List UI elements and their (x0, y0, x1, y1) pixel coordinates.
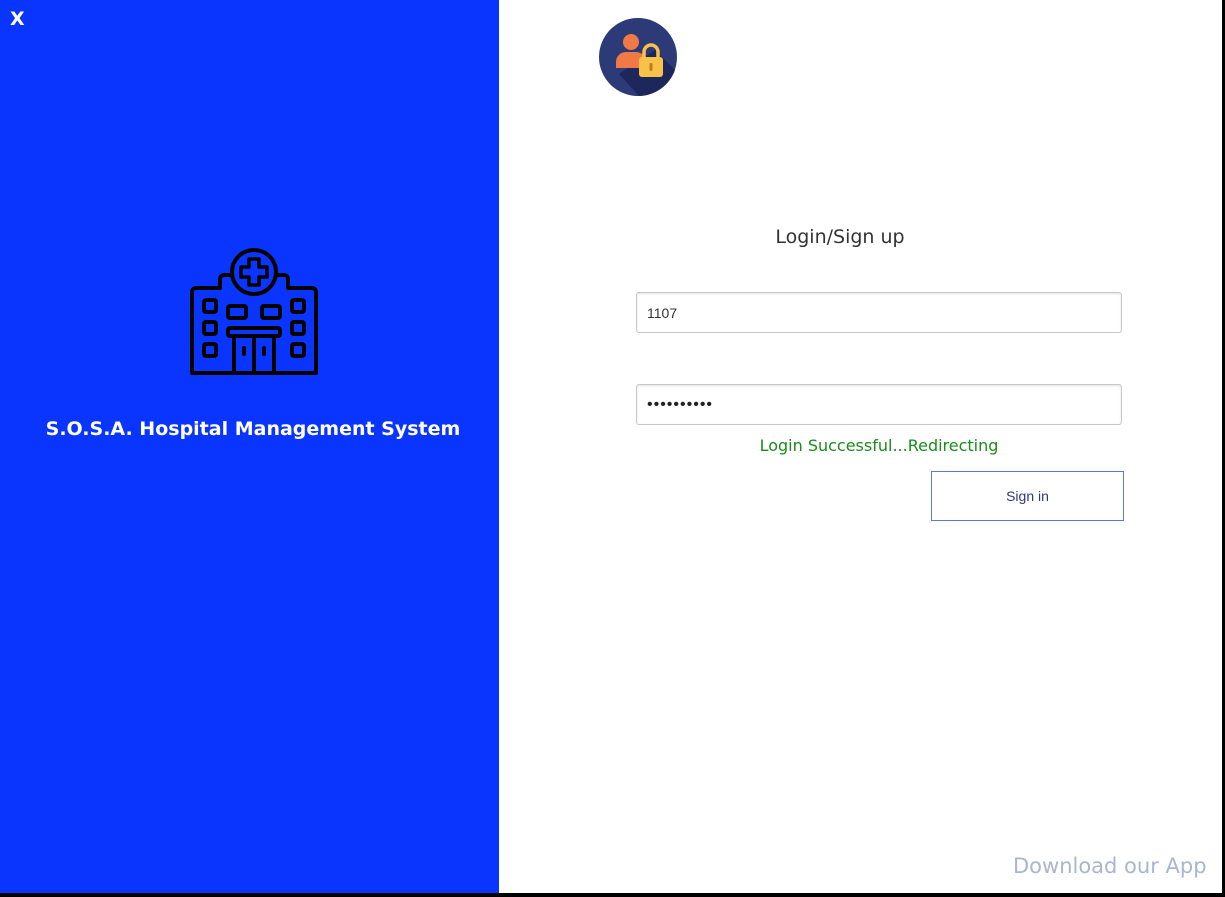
sign-in-button[interactable]: Sign in (931, 471, 1124, 521)
hospital-icon (190, 248, 318, 375)
download-app-link[interactable]: Download our App (1013, 854, 1207, 878)
user-lock-icon (599, 18, 677, 96)
login-window: X S.O.S.A. Hospital Management System Lo… (0, 0, 1222, 893)
user-id-field[interactable] (636, 292, 1122, 333)
password-field[interactable] (636, 384, 1122, 425)
close-button[interactable]: X (10, 8, 25, 30)
brand-panel: X S.O.S.A. Hospital Management System (0, 0, 499, 893)
login-panel: Login/Sign up Login Successful...Redirec… (499, 0, 1222, 893)
app-title: S.O.S.A. Hospital Management System (45, 418, 461, 440)
status-message: Login Successful...Redirecting (759, 436, 999, 455)
form-heading: Login/Sign up (775, 226, 905, 248)
